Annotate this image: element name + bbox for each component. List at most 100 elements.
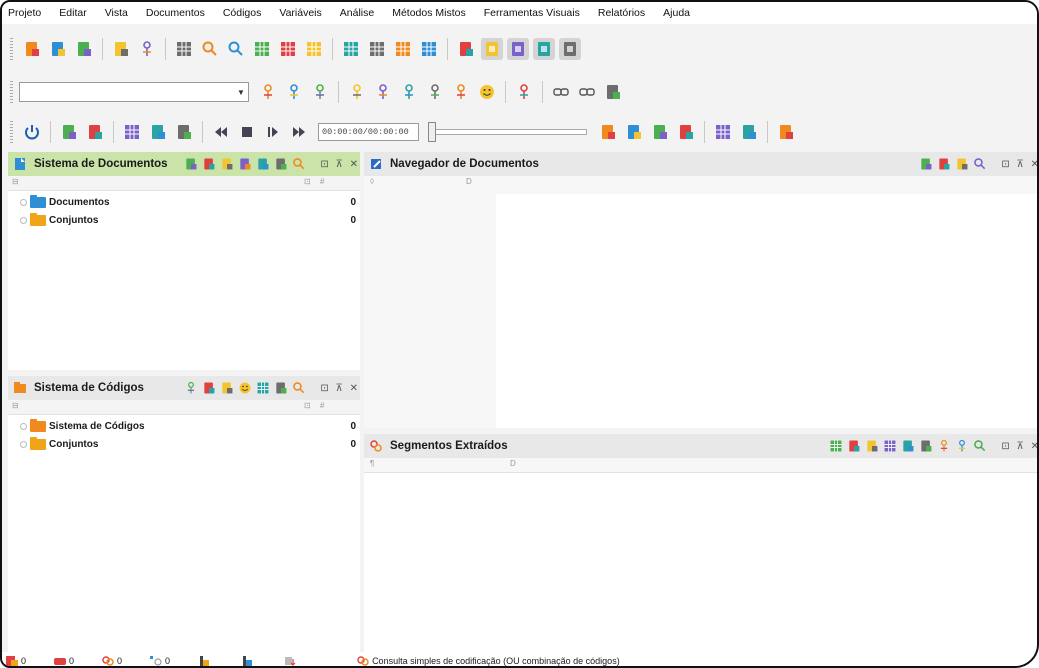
tree-item[interactable]: Conjuntos 0 [20, 212, 356, 228]
search-icon[interactable] [291, 156, 307, 172]
print-icon[interactable] [918, 156, 934, 172]
new-document-icon[interactable] [183, 156, 199, 172]
doc-export-icon[interactable] [918, 438, 934, 454]
status-user[interactable] [198, 656, 213, 666]
arrow-right-icon[interactable] [273, 156, 289, 172]
code-remove-icon[interactable] [309, 81, 331, 103]
window-controls[interactable]: ⊡ ⊼ ✕ [1001, 441, 1037, 452]
code-highlight-blue-icon[interactable] [424, 81, 446, 103]
toolbar-grip[interactable] [10, 121, 13, 143]
retrieval-icon[interactable] [392, 38, 414, 60]
column-header-1[interactable]: ⊡ [304, 401, 311, 410]
code-combo[interactable]: ▼ [19, 82, 249, 102]
status-coded-segments[interactable]: 0 [102, 656, 122, 666]
rewind-icon[interactable] [210, 121, 232, 143]
code-add-icon[interactable] [283, 81, 305, 103]
tree-item[interactable]: Sistema de Códigos 0 [20, 418, 356, 434]
menu-item-ferramentas-visuais[interactable]: Ferramentas Visuais [475, 7, 589, 19]
tree-expand-icon[interactable]: ⊟ [12, 401, 19, 410]
menu-item-variáveis[interactable]: Variáveis [270, 7, 330, 19]
code-icon[interactable] [936, 438, 952, 454]
document-set-icon[interactable] [255, 156, 271, 172]
media-add-icon[interactable] [147, 121, 169, 143]
code-system-toggle-icon[interactable] [507, 38, 529, 60]
menu-item-códigos[interactable]: Códigos [214, 7, 271, 19]
code-set-icon[interactable] [273, 380, 289, 396]
search-icon[interactable] [291, 380, 307, 396]
export-icon[interactable] [219, 156, 235, 172]
search-icon[interactable] [199, 38, 221, 60]
add-memo-icon[interactable] [602, 81, 624, 103]
grid-icon[interactable] [828, 438, 844, 454]
menu-item-métodos-mistos[interactable]: Métodos Mistos [383, 7, 475, 19]
code-segment-icon[interactable] [136, 38, 158, 60]
bar-chart-icon[interactable] [649, 121, 671, 143]
toolbar-grip[interactable] [10, 38, 13, 60]
retrieved-segments-toggle-icon[interactable] [559, 38, 581, 60]
excel-export-icon[interactable] [864, 438, 880, 454]
code-highlight-magenta-icon[interactable] [450, 81, 472, 103]
tree-item[interactable]: Conjuntos 0 [20, 436, 356, 452]
menu-item-documentos[interactable]: Documentos [137, 7, 214, 19]
column-header-1[interactable]: ⊡ [304, 177, 311, 186]
document-view[interactable] [496, 194, 1037, 428]
transcript-icon[interactable] [58, 121, 80, 143]
code-color-icon[interactable] [201, 380, 217, 396]
window-controls[interactable]: ⊡ ⊼ ✕ [320, 159, 360, 170]
status-documents[interactable]: 0 [6, 656, 26, 666]
search-icon[interactable] [972, 438, 988, 454]
menu-item-projeto[interactable]: Projeto [2, 7, 50, 19]
window-controls[interactable]: ⊡ ⊼ ✕ [320, 383, 360, 394]
document-browser-toggle-icon[interactable] [533, 38, 555, 60]
export-icon[interactable] [936, 156, 952, 172]
media-seek-thumb[interactable] [428, 122, 436, 142]
media-person-icon[interactable] [173, 121, 195, 143]
menu-item-vista[interactable]: Vista [96, 7, 137, 19]
search-icon[interactable] [972, 156, 988, 172]
status-memos[interactable]: 0 [150, 656, 170, 666]
column-header-2[interactable]: # [320, 401, 324, 410]
status-weight[interactable] [241, 656, 256, 666]
import-icon[interactable] [201, 156, 217, 172]
presentation-icon[interactable] [455, 38, 477, 60]
code-highlight-yellow-icon[interactable] [346, 81, 368, 103]
export-icon[interactable] [900, 438, 916, 454]
new-code-icon[interactable] [183, 380, 199, 396]
column-header-2[interactable]: # [320, 177, 324, 186]
smiley-icon[interactable] [476, 81, 498, 103]
media-time-field[interactable]: 00:00:00/00:00:00 [318, 123, 419, 141]
code-memo-icon[interactable] [219, 380, 235, 396]
document-table-icon[interactable] [173, 38, 195, 60]
status-query[interactable]: Consulta simples de codificação (OU comb… [357, 656, 620, 666]
code-filter-icon[interactable] [954, 156, 970, 172]
code-search-icon[interactable] [225, 38, 247, 60]
open-project-icon[interactable] [47, 38, 69, 60]
media-seek-slider[interactable] [428, 122, 587, 142]
grid-icon[interactable] [712, 121, 734, 143]
pen-icon[interactable] [597, 121, 619, 143]
code-highlight-green-icon[interactable] [398, 81, 420, 103]
code-highlight-red-icon[interactable] [372, 81, 394, 103]
fast-forward-icon[interactable] [288, 121, 310, 143]
window-controls[interactable]: ⊡ ⊼ ✕ [1001, 159, 1037, 170]
code-icon[interactable] [257, 81, 279, 103]
summary-icon[interactable] [418, 38, 440, 60]
document-system-toggle-icon[interactable] [481, 38, 503, 60]
code-relations-icon[interactable] [277, 38, 299, 60]
menu-item-relatórios[interactable]: Relatórios [589, 7, 654, 19]
link-icon[interactable] [550, 81, 572, 103]
document-group-icon[interactable] [237, 156, 253, 172]
print-icon[interactable] [846, 438, 862, 454]
new-project-icon[interactable] [21, 38, 43, 60]
unlink-icon[interactable] [576, 81, 598, 103]
column-header-2[interactable]: D [510, 459, 516, 468]
menu-item-editar[interactable]: Editar [50, 7, 95, 19]
spellcheck-icon[interactable] [775, 121, 797, 143]
import-document-icon[interactable] [73, 38, 95, 60]
menu-item-análise[interactable]: Análise [331, 7, 383, 19]
grid-icon[interactable] [255, 380, 271, 396]
table-view-icon[interactable] [340, 38, 362, 60]
timestamp-icon[interactable] [84, 121, 106, 143]
code-document-icon[interactable] [110, 38, 132, 60]
stop-icon[interactable] [236, 121, 258, 143]
